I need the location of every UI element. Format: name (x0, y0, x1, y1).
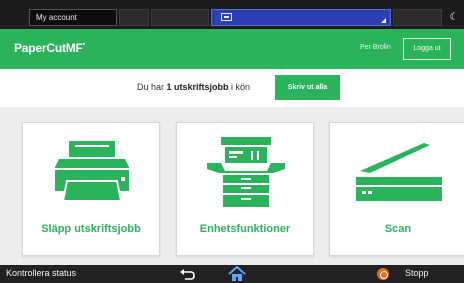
active-app-tab[interactable] (211, 9, 391, 26)
system-status-bar: My account ☾ (0, 0, 464, 29)
stop-button[interactable]: Stopp (405, 268, 429, 278)
scanner-icon (356, 143, 442, 201)
screen-icon (221, 13, 232, 21)
app-header: PaperCutMF▪ Per Brolin Logga ut (0, 29, 464, 69)
back-icon[interactable] (178, 267, 196, 281)
status-tab-3[interactable] (393, 9, 442, 26)
tile-label: Scan (384, 223, 412, 235)
job-count-message: Du har 1 utskriftsjobb i kön (137, 82, 251, 92)
copier-icon (207, 137, 285, 207)
print-all-button[interactable]: Skriv ut alla (275, 75, 340, 100)
printer-icon (55, 141, 129, 202)
release-jobs-tile[interactable]: Släpp utskriftsjobb (22, 122, 160, 256)
tile-label: Släpp utskriftsjobb (41, 223, 141, 235)
energy-saver-icon[interactable]: ☾ (444, 9, 464, 26)
status-tab-2[interactable] (151, 9, 209, 26)
corner-icon (381, 18, 386, 23)
user-name: Per Brolin (360, 44, 391, 51)
home-icon[interactable] (227, 266, 247, 282)
scan-tile[interactable]: Scan (329, 122, 464, 256)
tile-label: Enhetsfunktioner (199, 223, 291, 235)
papercut-logo: PaperCutMF▪ (14, 41, 85, 55)
system-bottom-bar: Kontrollera status Stopp (0, 265, 464, 283)
my-account-tab[interactable]: My account (29, 9, 117, 26)
job-info-strip: Du har 1 utskriftsjobb i kön Skriv ut al… (0, 69, 464, 107)
status-tab-1[interactable] (119, 9, 149, 26)
check-status-button[interactable]: Kontrollera status (6, 268, 76, 278)
logout-button[interactable]: Logga ut (403, 38, 451, 60)
logo-mark-icon: ▪ (82, 41, 86, 48)
device-functions-tile[interactable]: Enhetsfunktioner (176, 122, 314, 256)
stop-icon[interactable] (377, 268, 389, 280)
